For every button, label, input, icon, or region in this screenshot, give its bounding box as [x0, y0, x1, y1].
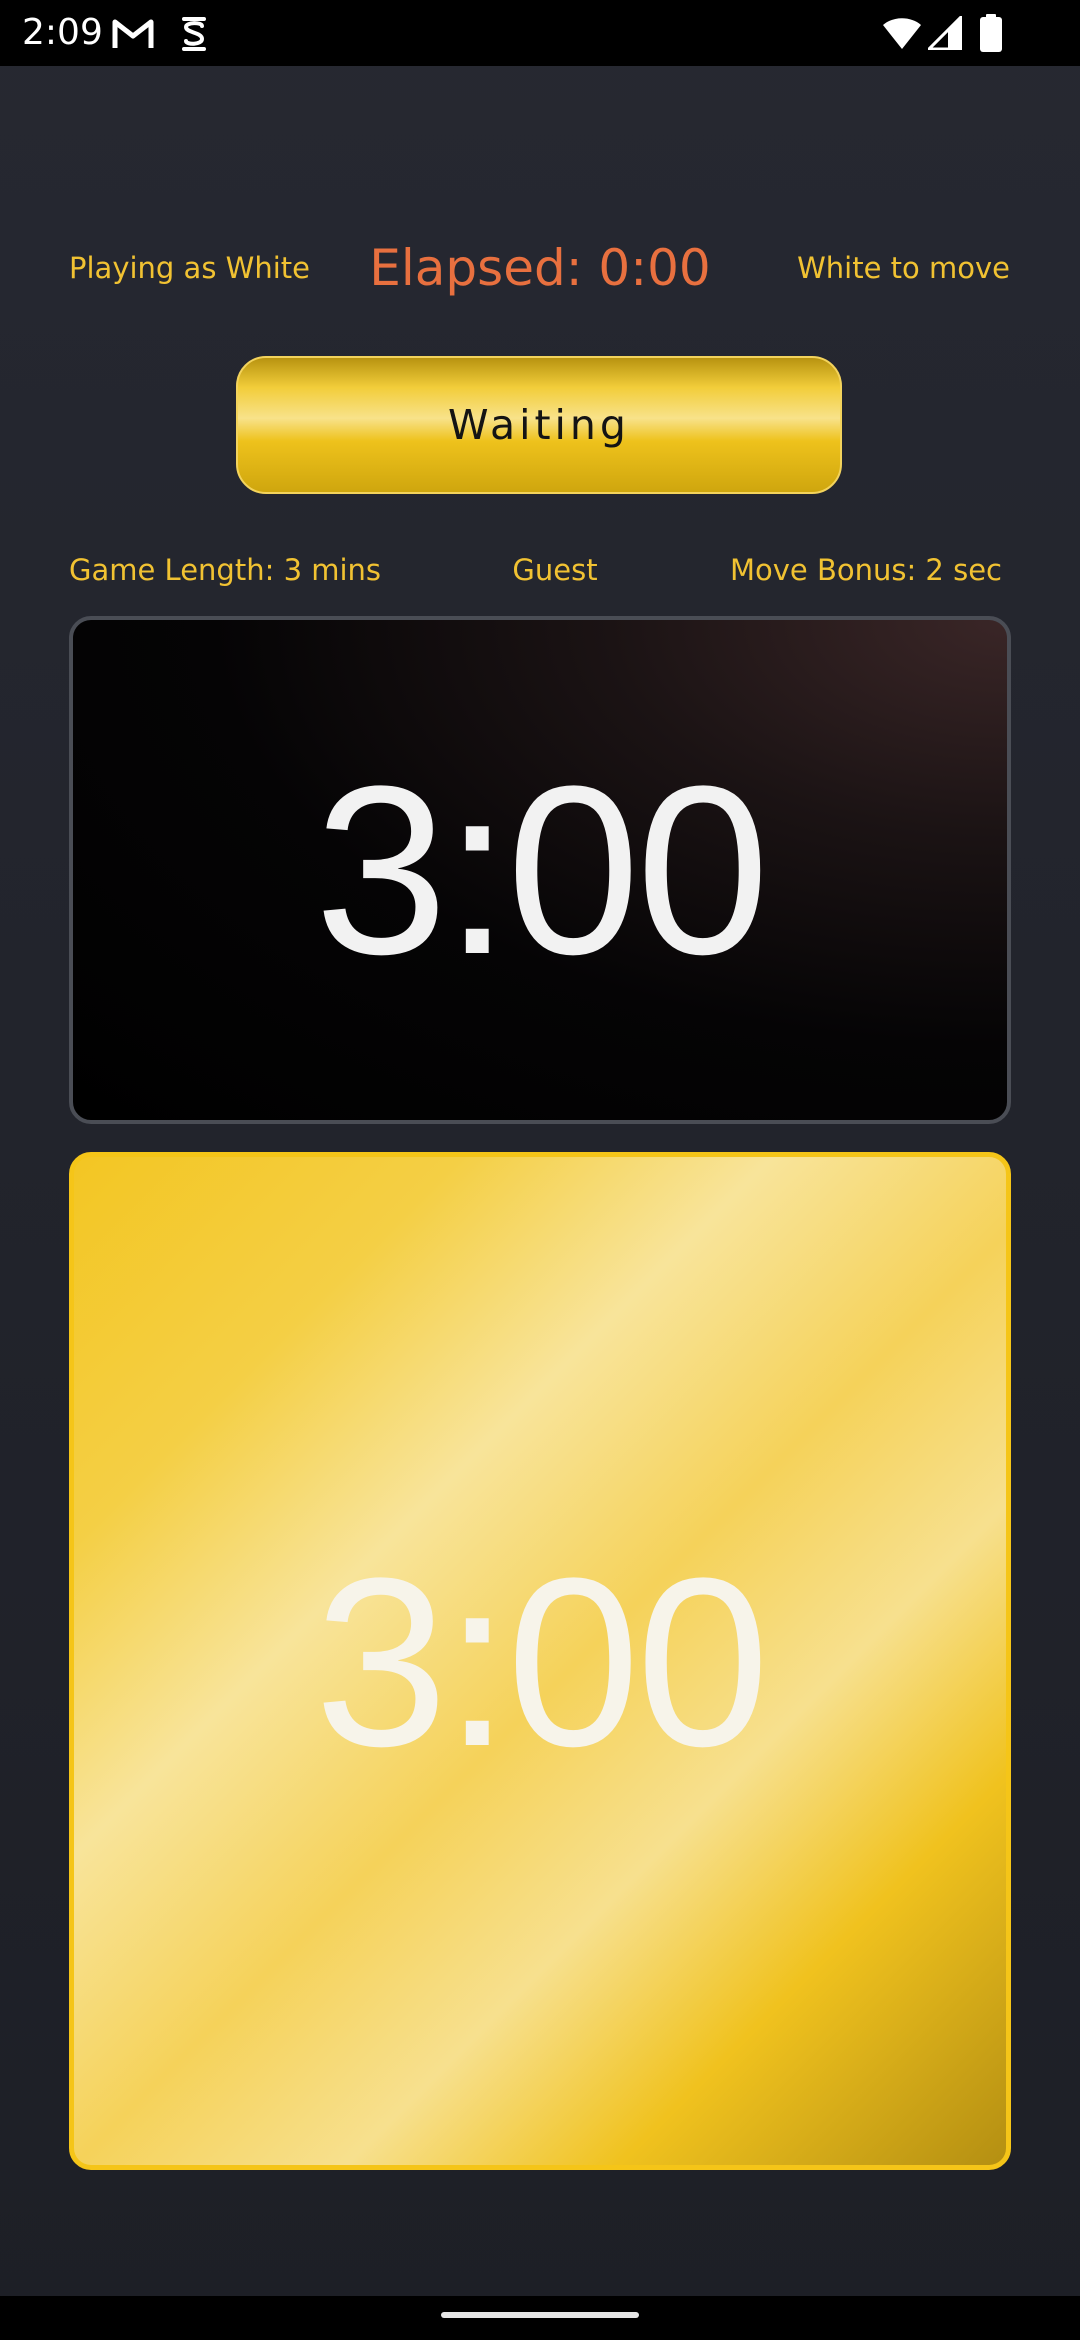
move-bonus-label: Move Bonus: 2 sec [729, 553, 1002, 587]
home-indicator[interactable] [441, 2312, 639, 2318]
black-clock-time: 3:00 [314, 736, 769, 1004]
status-time: 2:09 [22, 12, 103, 53]
white-clock-panel[interactable]: 3:00 [69, 1152, 1011, 2170]
turn-indicator: White to move [797, 251, 1010, 285]
navigation-bar [0, 2296, 1080, 2340]
battery-icon [980, 14, 1002, 52]
cell-signal-icon [928, 16, 962, 50]
status-bar: 2:09 [0, 0, 1080, 66]
app-notification-icon [182, 17, 206, 51]
wifi-icon [883, 18, 921, 49]
black-clock-panel[interactable]: 3:00 [69, 616, 1011, 1124]
chess-clock-screen: 2:09 Playing as White Elapsed: 0:00 Whit… [0, 0, 1080, 2340]
waiting-button[interactable]: Waiting [236, 356, 842, 494]
white-clock-time: 3:00 [314, 1528, 769, 1796]
gmail-icon [112, 19, 154, 48]
